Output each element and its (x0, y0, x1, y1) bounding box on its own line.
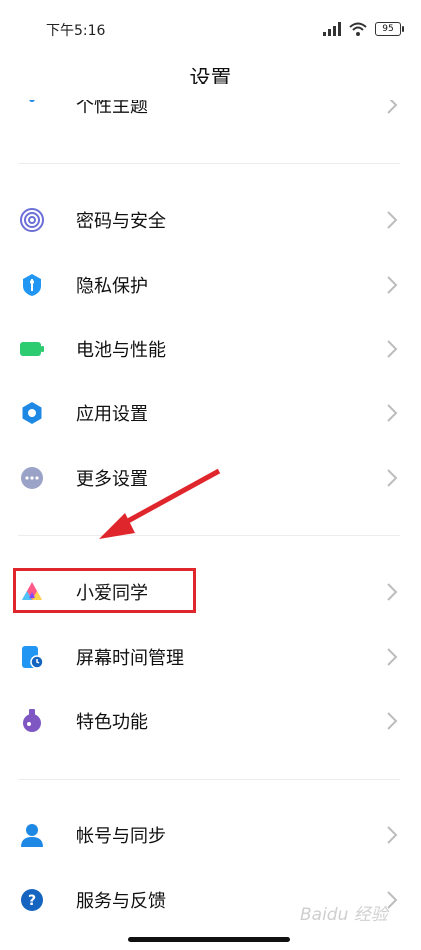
chevron-right-icon (387, 469, 398, 487)
chevron-right-icon (387, 211, 398, 229)
settings-item-password-security[interactable]: 密码与安全 (0, 193, 421, 247)
section-divider (18, 779, 400, 780)
settings-item-label: 屏幕时间管理 (76, 648, 184, 669)
flask-icon (23, 709, 41, 732)
chevron-right-icon (387, 404, 398, 422)
settings-item-special-features[interactable]: 特色功能 (0, 694, 421, 748)
settings-item-label: 服务与反馈 (76, 891, 166, 912)
annotation-arrow (99, 468, 221, 539)
help-question-icon: ? (21, 889, 43, 911)
section-divider (18, 163, 400, 164)
settings-item-battery[interactable]: 电池与性能 (0, 322, 421, 376)
status-icons: 95 (323, 21, 404, 37)
fingerprint-icon (20, 208, 44, 232)
settings-item-label: 密码与安全 (76, 211, 166, 232)
chevron-right-icon (387, 340, 398, 358)
chevron-right-icon (387, 826, 398, 844)
settings-item-label: 应用设置 (76, 404, 148, 425)
screen-time-icon (22, 646, 44, 669)
chevron-right-icon (387, 712, 398, 730)
settings-item-label: 特色功能 (76, 712, 148, 733)
settings-item-app-settings[interactable]: 应用设置 (0, 386, 421, 440)
svg-text:?: ? (28, 893, 36, 909)
chevron-right-icon (387, 276, 398, 294)
watermark: Baidu 经验 (300, 905, 388, 925)
status-time: 下午5:16 (46, 23, 106, 39)
settings-item-label: 帐号与同步 (76, 826, 166, 847)
battery-icon (20, 342, 44, 356)
account-person-icon (21, 824, 43, 847)
settings-item-privacy[interactable]: 隐私保护 (0, 258, 421, 312)
privacy-shield-icon (23, 274, 41, 296)
status-bar: 下午5:16 95 (0, 0, 421, 60)
settings-item-label: 电池与性能 (76, 340, 166, 361)
wifi-icon (349, 22, 367, 36)
chevron-right-icon (387, 648, 398, 666)
settings-item-label: 隐私保护 (76, 276, 148, 297)
app-settings-gear-icon (22, 402, 42, 424)
settings-item-account-sync[interactable]: 帐号与同步 (0, 808, 421, 862)
signal-icon (323, 22, 341, 36)
battery-indicator: 95 (375, 22, 404, 36)
more-dots-icon (21, 467, 43, 489)
chevron-right-icon (387, 583, 398, 601)
annotation-highlight-box (13, 568, 196, 613)
settings-item-screen-time[interactable]: 屏幕时间管理 (0, 630, 421, 684)
home-indicator[interactable] (128, 937, 290, 942)
